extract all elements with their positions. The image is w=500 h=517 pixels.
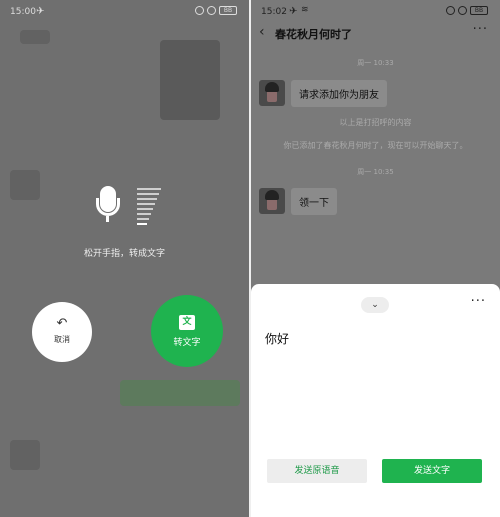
avatar[interactable] xyxy=(259,188,285,214)
airplane-icon: ✈ xyxy=(36,6,45,17)
recognized-text[interactable]: 你好 xyxy=(265,330,289,347)
send-voice-button[interactable]: 发送原语音 xyxy=(267,459,367,483)
background-blur xyxy=(160,40,220,120)
chat-header: ‹ 春花秋月何时了 ··· xyxy=(251,22,500,48)
more-icon[interactable]: ··· xyxy=(471,294,486,309)
alarm-icon xyxy=(458,6,467,15)
status-time: 15:02 xyxy=(261,7,287,17)
send-text-button[interactable]: 发送文字 xyxy=(382,459,482,483)
status-time: 15:00 xyxy=(10,7,36,17)
background-blur xyxy=(10,440,40,470)
system-message: 你已添加了春花秋月何时了，现在可以开始聊天了。 xyxy=(283,141,468,150)
battery-icon: BB xyxy=(219,6,237,15)
convert-to-text-button[interactable]: 文 转文字 xyxy=(151,295,223,367)
speech-to-text-sheet: ⌄ ··· 你好 发送原语音 发送文字 xyxy=(251,284,500,517)
battery-icon: BB xyxy=(470,6,488,15)
nfc-icon xyxy=(195,6,204,15)
release-hint: 松开手指，转成文字 xyxy=(83,249,165,259)
timestamp: 周一 10:35 xyxy=(357,168,394,176)
chat-title: 春花秋月何时了 xyxy=(275,28,352,41)
status-icons: BB xyxy=(446,6,488,15)
volume-level-icon xyxy=(137,188,161,228)
status-icons: BB xyxy=(195,6,237,15)
text-icon: 文 xyxy=(179,315,195,330)
wifi-icon: ≋ xyxy=(301,5,309,15)
nfc-icon xyxy=(446,6,455,15)
background-blur xyxy=(20,30,50,44)
alarm-icon xyxy=(207,6,216,15)
status-bar: 15:02 ✈ ≋ BB xyxy=(251,0,500,24)
chat-screen: 15:02 ✈ ≋ BB ‹ 春花秋月何时了 ··· 周一 10:33 请求添加… xyxy=(251,0,500,517)
chevron-left-icon[interactable]: ‹ xyxy=(259,24,265,40)
background-blur xyxy=(120,380,240,406)
more-icon[interactable]: ··· xyxy=(473,22,488,37)
message-bubble[interactable]: 领一下 xyxy=(291,188,337,215)
chevron-down-icon[interactable]: ⌄ xyxy=(361,297,389,313)
avatar[interactable] xyxy=(259,80,285,106)
undo-icon: ↶ xyxy=(56,316,68,331)
cancel-button[interactable]: ↶ 取消 xyxy=(32,302,92,362)
message-bubble[interactable]: 请求添加你为朋友 xyxy=(291,80,387,107)
timestamp: 周一 10:33 xyxy=(357,59,394,67)
system-message: 以上是打招呼的内容 xyxy=(339,118,412,127)
cancel-label: 取消 xyxy=(54,335,70,344)
status-bar: 15:00 ✈ BB xyxy=(0,0,249,24)
voice-input-screen: 15:00 ✈ BB 松开手指，转成文字 ↶ 取消 文 转文字 xyxy=(0,0,249,517)
background-blur xyxy=(10,170,40,200)
airplane-icon: ✈ xyxy=(289,6,298,17)
convert-label: 转文字 xyxy=(173,338,201,348)
